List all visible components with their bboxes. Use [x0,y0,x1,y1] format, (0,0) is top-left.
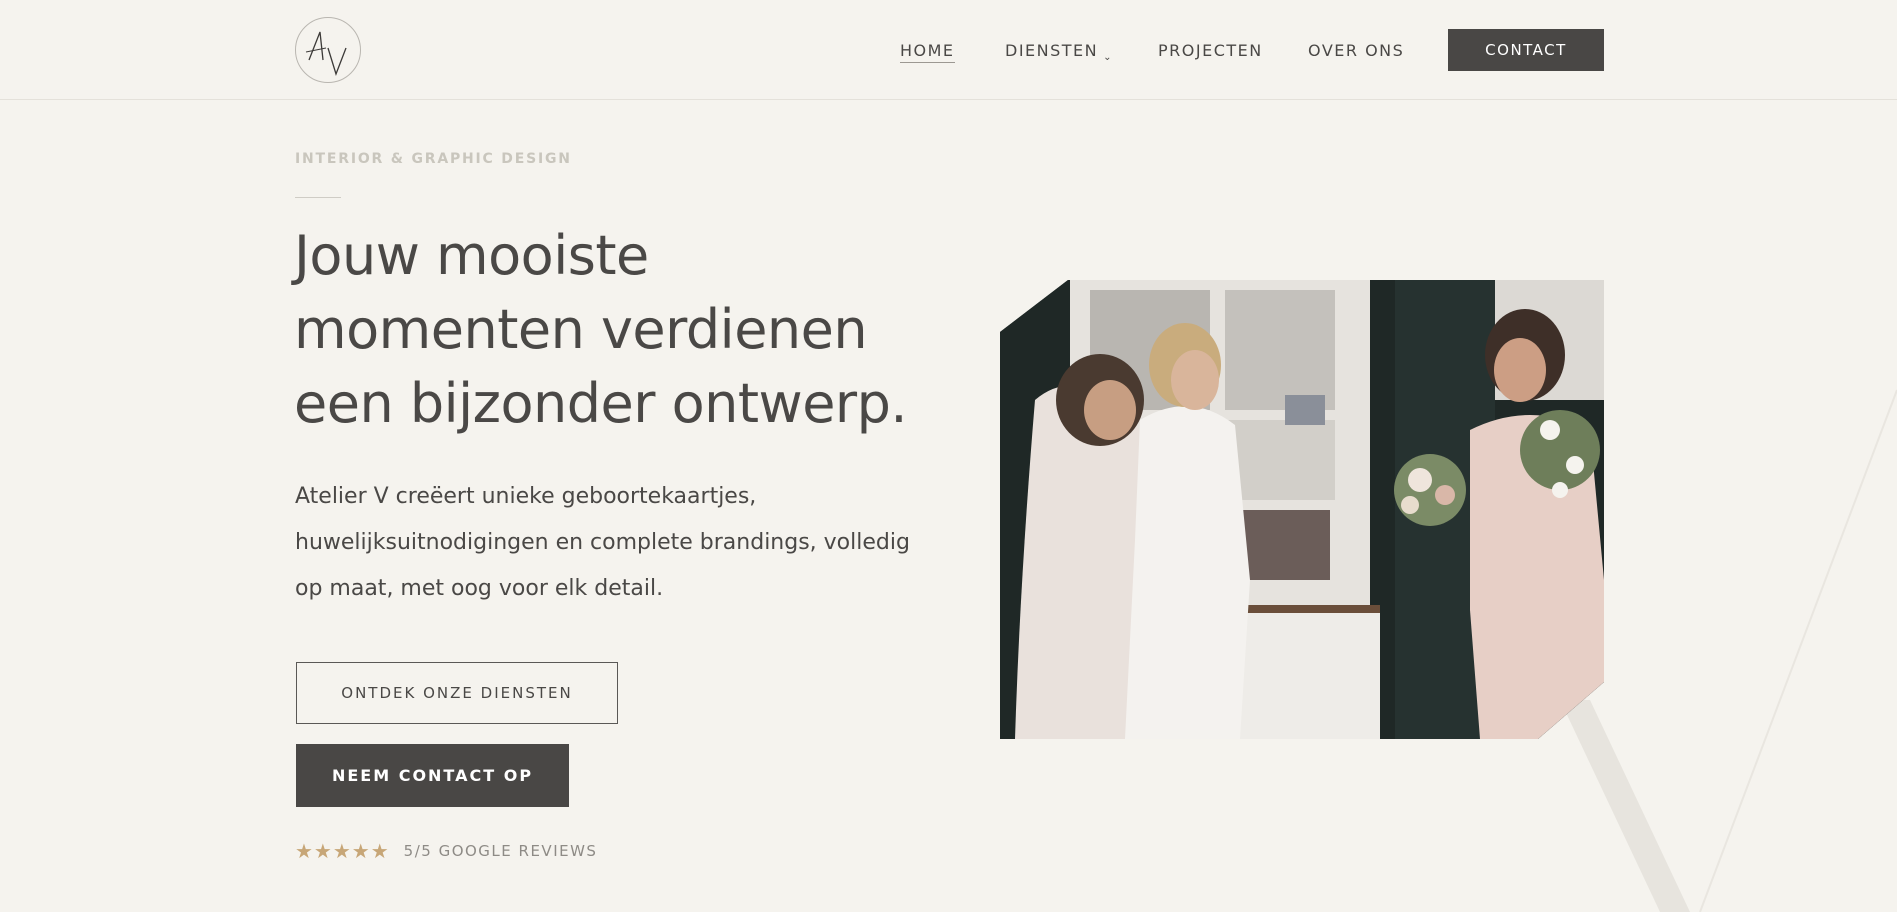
main-nav: HOME DIENSTEN ⌄ PROJECTEN OVER ONS [0,41,1897,64]
headline-line: Jouw mooiste [294,224,649,287]
discover-services-label: ONTDEK ONZE DIENSTEN [341,684,573,702]
nav-diensten-label: DIENSTEN [1005,41,1099,60]
star-rating-icons: ★★★★★ [295,839,390,863]
contact-button-label: CONTACT [1485,41,1567,59]
contact-us-button[interactable]: NEEM CONTACT OP [296,744,569,807]
hero-intro: Atelier V creëert unieke geboortekaartje… [295,474,915,612]
headline-line: een bijzonder ontwerp. [294,372,908,435]
nav-projecten[interactable]: PROJECTEN [1158,41,1263,61]
page: HOME DIENSTEN ⌄ PROJECTEN OVER ONS CONTAC… [0,0,1897,912]
chevron-down-icon: ⌄ [1103,52,1114,63]
decorative-lines [1560,389,1897,912]
hero-photo [1000,280,1604,739]
nav-over-ons-label: OVER ONS [1308,41,1405,60]
intro-line: Atelier V creëert unieke geboortekaartje… [295,484,757,509]
hero-headline: Jouw mooiste momenten verdienen een bijz… [294,219,934,441]
nav-diensten[interactable]: DIENSTEN ⌄ [1005,41,1113,64]
nav-home[interactable]: HOME [900,41,955,63]
contact-us-label: NEEM CONTACT OP [331,766,534,785]
site-header: HOME DIENSTEN ⌄ PROJECTEN OVER ONS CONTAC… [0,0,1897,100]
intro-line: huwelijksuitnodigingen en complete brand… [295,530,910,555]
nav-home-label: HOME [900,41,955,60]
nav-projecten-label: PROJECTEN [1158,41,1263,60]
headline-line: momenten verdienen [294,298,868,361]
nav-over-ons[interactable]: OVER ONS [1308,41,1404,61]
intro-line: op maat, met oog voor elk detail. [295,576,664,601]
contact-button[interactable]: CONTACT [1448,29,1604,71]
hero-eyebrow: INTERIOR & GRAPHIC DESIGN [295,151,572,167]
eyebrow-divider [295,197,341,198]
reviews-label: 5/5 GOOGLE REVIEWS [403,842,598,860]
google-reviews: ★★★★★ 5/5 GOOGLE REVIEWS [295,839,597,863]
discover-services-button[interactable]: ONTDEK ONZE DIENSTEN [296,662,618,724]
bridal-party-photo [1000,280,1604,739]
